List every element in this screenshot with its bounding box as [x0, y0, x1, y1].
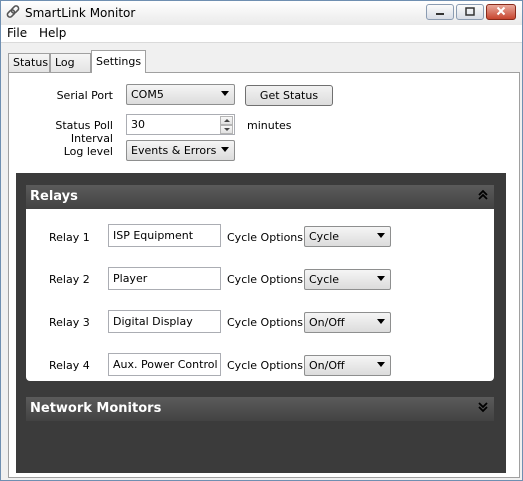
- minimize-icon: [436, 13, 444, 15]
- poll-interval-value: 30: [131, 118, 145, 131]
- tab-strip: Status Log Settings: [1, 49, 522, 73]
- app-window: SmartLink Monitor File Help Status Log S…: [0, 0, 523, 481]
- serial-port-select[interactable]: COM5: [126, 84, 235, 105]
- cycle-options-label: Cycle Options: [227, 231, 304, 244]
- menu-bar: File Help: [1, 25, 522, 43]
- maximize-icon: [465, 7, 475, 16]
- log-level-label: Log level: [63, 145, 113, 158]
- network-monitors-panel-title: Network Monitors: [30, 401, 162, 416]
- spin-down-icon[interactable]: [220, 125, 233, 134]
- cycle-options-value: On/Off: [309, 359, 345, 372]
- chevron-down-icon: [377, 362, 385, 367]
- minimize-button[interactable]: [426, 4, 454, 20]
- log-level-select[interactable]: Events & Errors: [126, 140, 235, 161]
- relay-name-field[interactable]: ISP Equipment: [108, 224, 221, 247]
- spin-up-icon[interactable]: [220, 116, 233, 125]
- menu-file[interactable]: File: [7, 26, 27, 40]
- chevron-down-icon: [377, 319, 385, 324]
- title-bar[interactable]: SmartLink Monitor: [1, 1, 522, 25]
- cycle-options-select[interactable]: On/Off: [304, 355, 391, 376]
- cycle-options-label: Cycle Options: [227, 316, 304, 329]
- window-title: SmartLink Monitor: [25, 6, 136, 20]
- cycle-options-label: Cycle Options: [227, 273, 304, 286]
- tab-log[interactable]: Log: [50, 53, 91, 72]
- cycle-options-label: Cycle Options: [227, 359, 304, 372]
- menu-help[interactable]: Help: [39, 26, 66, 40]
- relay-name-field[interactable]: Aux. Power Control: [108, 353, 221, 376]
- relay-label: Relay 3: [49, 316, 90, 329]
- relay-name-field[interactable]: Digital Display: [108, 310, 221, 333]
- close-icon: [496, 6, 506, 16]
- poll-interval-unit: minutes: [247, 119, 292, 132]
- relay-label: Relay 4: [49, 359, 90, 372]
- chevron-down-icon: [221, 91, 229, 96]
- cycle-options-select[interactable]: On/Off: [304, 312, 391, 333]
- cycle-options-select[interactable]: Cycle: [304, 226, 391, 247]
- cycle-options-value: Cycle: [309, 273, 340, 286]
- tab-settings[interactable]: Settings: [91, 50, 146, 73]
- cycle-options-value: Cycle: [309, 230, 340, 243]
- get-status-button[interactable]: Get Status: [245, 85, 333, 106]
- serial-port-label: Serial Port: [56, 89, 113, 102]
- cycle-options-value: On/Off: [309, 316, 345, 329]
- relay-label: Relay 1: [49, 231, 90, 244]
- serial-port-value: COM5: [131, 88, 164, 101]
- relay-name-field[interactable]: Player: [108, 267, 221, 290]
- close-button[interactable]: [486, 4, 516, 20]
- chain-link-icon: [6, 5, 20, 18]
- collapse-icon[interactable]: [478, 189, 488, 204]
- expand-icon[interactable]: [478, 401, 488, 416]
- poll-interval-label: Status Poll Interval: [55, 119, 113, 145]
- tab-status[interactable]: Status: [8, 53, 50, 72]
- poll-interval-stepper[interactable]: 30: [126, 114, 235, 135]
- relays-panel-title: Relays: [30, 189, 78, 204]
- chevron-down-icon: [377, 233, 385, 238]
- maximize-button[interactable]: [456, 4, 484, 20]
- relay-label: Relay 2: [49, 273, 90, 286]
- cycle-options-select[interactable]: Cycle: [304, 269, 391, 290]
- chevron-down-icon: [221, 147, 229, 152]
- relays-panel-header[interactable]: Relays: [26, 185, 494, 209]
- chevron-down-icon: [377, 276, 385, 281]
- network-monitors-panel-header[interactable]: Network Monitors: [26, 397, 494, 421]
- log-level-value: Events & Errors: [131, 144, 217, 157]
